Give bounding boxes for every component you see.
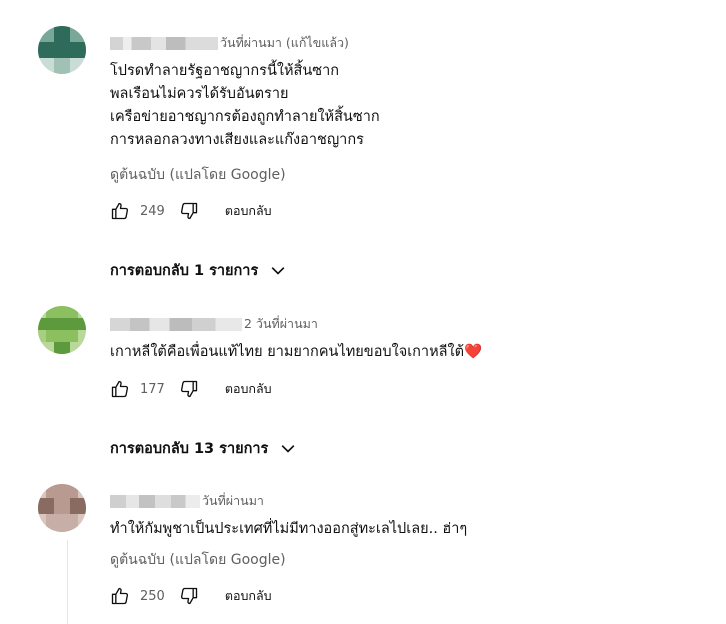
comment-time: วันที่ผ่านมา (แก้ไขแล้ว) (220, 35, 349, 50)
avatar[interactable] (38, 26, 86, 74)
comment-text: เกาหลีใต้คือเพื่อนแท้ไทย ยามยากคนไทยขอบใ… (110, 344, 483, 360)
see-original-link[interactable]: ดูต้นฉบับ (แปลโดย Google) (110, 549, 286, 571)
avatar[interactable] (38, 484, 86, 532)
heart-emoji: ❤️ (464, 344, 483, 360)
comment-time: วันที่ผ่านมา (202, 493, 264, 508)
comment-text: โปรดทำลายรัฐอาชญากรนี้ให้สิ้นซาก พลเรือน… (110, 63, 380, 148)
reply-button[interactable]: ตอบกลับ (225, 201, 272, 221)
comment-actions: 250 ตอบกลับ (110, 586, 272, 606)
see-original-link[interactable]: ดูต้นฉบับ (แปลโดย Google) (110, 164, 286, 186)
view-replies-button[interactable]: การตอบกลับ 1 รายการ (110, 259, 288, 282)
reply-button[interactable]: ตอบกลับ (225, 586, 272, 606)
thumb-down-icon[interactable] (179, 201, 199, 221)
blurred-username (110, 36, 218, 50)
comment-text: ทำให้กัมพูชาเป็นประเทศที่ไม่มีทางออกสู่ท… (110, 521, 468, 537)
blurred-username (110, 494, 200, 508)
comment-meta: 2 วันที่ผ่านมา (110, 314, 318, 334)
thread-line (67, 540, 68, 624)
like-count: 177 (140, 381, 165, 397)
comment-meta: วันที่ผ่านมา (แก้ไขแล้ว) (110, 33, 349, 53)
thumb-up-icon[interactable] (110, 379, 130, 399)
like-count: 249 (140, 203, 165, 219)
comment-actions: 249 ตอบกลับ (110, 201, 272, 221)
like-count: 250 (140, 588, 165, 604)
view-replies-button[interactable]: การตอบกลับ 13 รายการ (110, 437, 298, 460)
comment-meta: วันที่ผ่านมา (110, 491, 264, 511)
comment-actions: 177 ตอบกลับ (110, 379, 272, 399)
chevron-down-icon (268, 261, 288, 281)
avatar[interactable] (38, 306, 86, 354)
thumb-up-icon[interactable] (110, 201, 130, 221)
thumb-down-icon[interactable] (179, 379, 199, 399)
thumb-down-icon[interactable] (179, 586, 199, 606)
chevron-down-icon (278, 439, 298, 459)
reply-button[interactable]: ตอบกลับ (225, 379, 272, 399)
comment-time: 2 วันที่ผ่านมา (244, 316, 318, 331)
blurred-username (110, 317, 242, 331)
thumb-up-icon[interactable] (110, 586, 130, 606)
